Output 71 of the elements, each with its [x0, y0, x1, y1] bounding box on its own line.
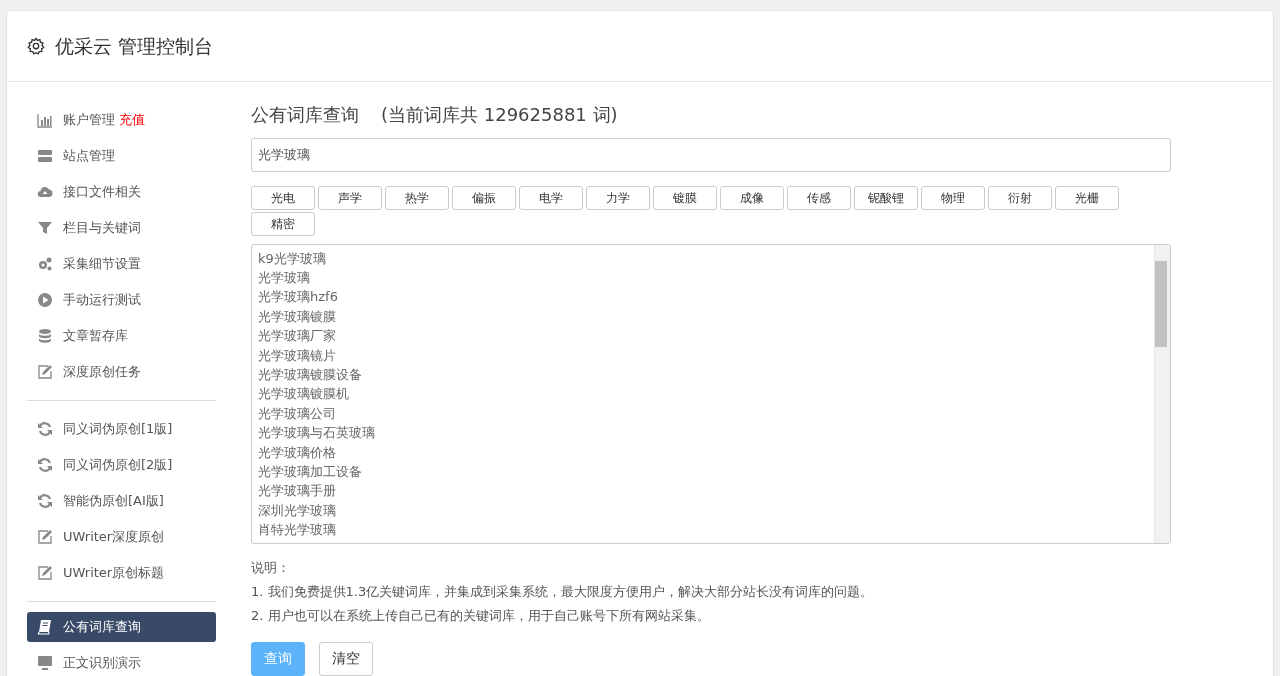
sidebar-item[interactable]: 文章暂存库 — [27, 318, 216, 354]
result-item[interactable]: 光学玻璃手册 — [258, 481, 336, 501]
recharge-link[interactable]: 充值 — [119, 110, 145, 130]
tag-button[interactable]: 铌酸锂 — [854, 185, 918, 210]
word-count: (当前词库共 129625881 词) — [381, 104, 618, 125]
result-item[interactable]: 光学玻璃hzf6 — [258, 287, 338, 307]
result-item[interactable]: 光学玻璃与石英玻璃 — [258, 423, 375, 443]
sidebar-item[interactable]: 正文识别演示 — [27, 645, 216, 676]
result-item[interactable]: 肖特光学玻璃 — [258, 520, 336, 540]
sidebar-item[interactable]: 手动运行测试 — [27, 282, 216, 318]
edit-icon — [37, 565, 53, 581]
tag-button[interactable]: 镀膜 — [653, 185, 717, 210]
sidebar-item[interactable]: 接口文件相关 — [27, 174, 216, 210]
edit-icon — [37, 364, 53, 380]
sidebar-item[interactable]: 站点管理 — [27, 138, 216, 174]
result-item[interactable]: 光学玻璃价格 — [258, 442, 336, 463]
results-list[interactable]: k9光学玻璃 光学玻璃 光学玻璃hzf6 光学玻璃镀膜 光学玻璃厂家 光学玻璃镜片 光学玻璃镀膜设备 光学玻璃镀膜机 光学玻璃公司 光学玻璃与石英玻璃 光学玻璃价格 光学玻璃加工设备 光学玻璃手册 深圳光学玻璃 肖特光学玻璃 — [251, 243, 1171, 544]
search-field[interactable]: 光学玻璃 — [251, 137, 1171, 172]
result-item[interactable]: k9光学玻璃 — [258, 248, 326, 268]
scrollbar[interactable] — [1154, 244, 1170, 543]
tag-button[interactable]: 传感 — [787, 185, 851, 210]
database-icon — [37, 328, 53, 344]
note-text: 1. 我们免费提供1.3亿关键词库，并集成到采集系统，最大限度方便用户，解决大部分站长没有词库的问题。 — [251, 582, 875, 601]
tag-button[interactable]: 物理 — [921, 185, 985, 210]
sidebar-item[interactable]: 同义词伪原创[1版] — [27, 411, 216, 447]
result-item[interactable]: 深圳光学玻璃 — [258, 500, 336, 521]
clear-button[interactable]: 清空 — [319, 641, 373, 676]
sidebar-item[interactable]: 公有词库查询 — [27, 612, 216, 642]
tag-button[interactable]: 电学 — [519, 185, 583, 210]
sidebar-item[interactable]: 账户管理 充值 — [27, 102, 216, 138]
server-icon — [37, 148, 53, 164]
sidebar-item[interactable]: 采集细节设置 — [27, 246, 216, 282]
tag-button[interactable]: 光电 — [251, 185, 315, 210]
sidebar-item[interactable]: 深度原创任务 — [27, 354, 216, 390]
result-item[interactable]: 光学玻璃 — [258, 268, 310, 288]
console-title: 优采云 管理控制台 — [55, 34, 214, 58]
result-item[interactable]: 光学玻璃镜片 — [258, 345, 336, 366]
notes-heading: 说明： — [251, 558, 291, 577]
result-item[interactable]: 光学玻璃公司 — [258, 403, 336, 424]
refresh-icon — [37, 457, 53, 473]
book-icon — [37, 619, 53, 635]
sidebar-item[interactable]: UWriter原创标题 — [27, 555, 216, 591]
tag-button[interactable]: 声学 — [318, 185, 382, 210]
play-icon — [37, 292, 53, 308]
tag-button[interactable]: 力学 — [586, 185, 650, 210]
result-item[interactable]: 光学玻璃加工设备 — [258, 462, 362, 482]
monitor-icon — [37, 655, 53, 671]
sidebar-item[interactable]: 智能伪原创[AI版] — [27, 483, 216, 519]
tag-button[interactable]: 热学 — [385, 185, 449, 210]
cloud-upload-icon — [37, 184, 53, 200]
tag-button[interactable]: 精密 — [251, 211, 315, 236]
page-title: 公有词库查询 — [251, 104, 359, 125]
sidebar-item[interactable]: UWriter深度原创 — [27, 519, 216, 555]
sidebar-item[interactable]: 同义词伪原创[2版] — [27, 447, 216, 483]
note-text: 2. 用户也可以在系统上传自己已有的关键词库，用于自己账号下所有网站采集。 — [251, 606, 711, 625]
gears-icon — [37, 256, 53, 272]
filter-icon — [37, 220, 53, 236]
tag-button[interactable]: 光栅 — [1055, 185, 1119, 210]
result-item[interactable]: 光学玻璃镀膜机 — [258, 384, 349, 404]
result-item[interactable]: 光学玻璃镀膜 — [258, 306, 336, 327]
result-item[interactable]: 光学玻璃厂家 — [258, 326, 336, 346]
refresh-icon — [37, 493, 53, 509]
tag-button[interactable]: 偏振 — [452, 185, 516, 210]
tag-button[interactable]: 衍射 — [988, 185, 1052, 210]
result-item[interactable]: 光学玻璃镀膜设备 — [258, 365, 362, 385]
settings-icon — [27, 37, 45, 55]
edit-icon — [37, 529, 53, 545]
refresh-icon — [37, 421, 53, 437]
chart-icon — [37, 112, 53, 128]
tag-button[interactable]: 成像 — [720, 185, 784, 210]
sidebar-item[interactable]: 栏目与关键词 — [27, 210, 216, 246]
